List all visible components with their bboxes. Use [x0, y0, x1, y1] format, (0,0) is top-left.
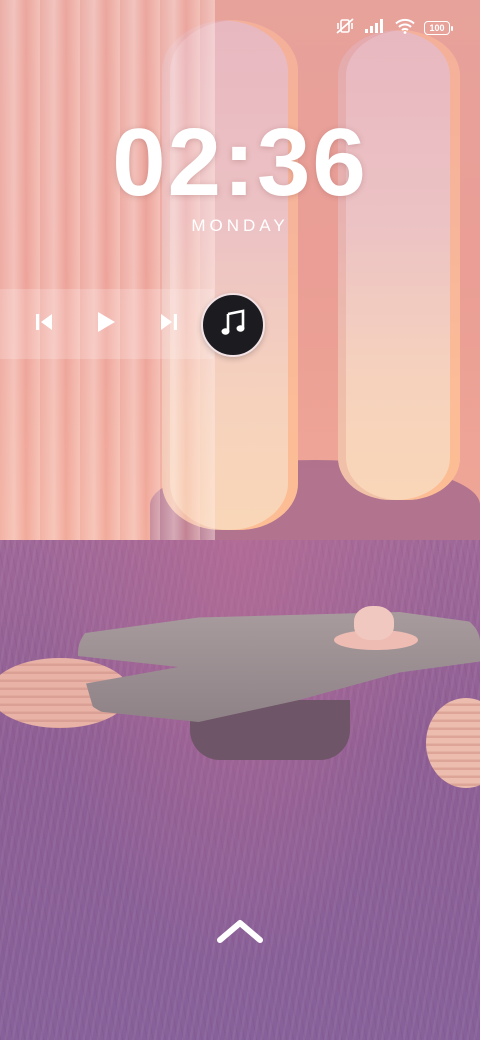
play-button[interactable]: [92, 311, 120, 337]
previous-track-icon: [33, 311, 55, 338]
next-track-icon: [158, 311, 180, 338]
chevron-up-icon: [215, 916, 265, 951]
battery-icon: 100: [424, 21, 453, 35]
wifi-icon: [395, 18, 415, 39]
mute-vibrate-icon: [335, 17, 355, 40]
music-note-icon: [218, 308, 248, 343]
next-track-button[interactable]: [155, 311, 183, 337]
battery-level: 100: [429, 23, 445, 33]
lock-screen-day: MONDAY: [191, 216, 289, 235]
lock-screen-clock[interactable]: 02:36: [0, 108, 480, 218]
previous-track-button[interactable]: [30, 311, 58, 337]
play-icon: [95, 310, 117, 339]
status-bar: 100: [335, 16, 453, 40]
wallpaper-arched-window-right: [338, 30, 460, 500]
wallpaper-teapot: [354, 606, 394, 640]
album-art-button[interactable]: [201, 293, 265, 357]
cellular-signal-icon: [364, 18, 386, 39]
media-controls: [0, 289, 214, 359]
swipe-up-unlock-button[interactable]: [214, 916, 266, 950]
